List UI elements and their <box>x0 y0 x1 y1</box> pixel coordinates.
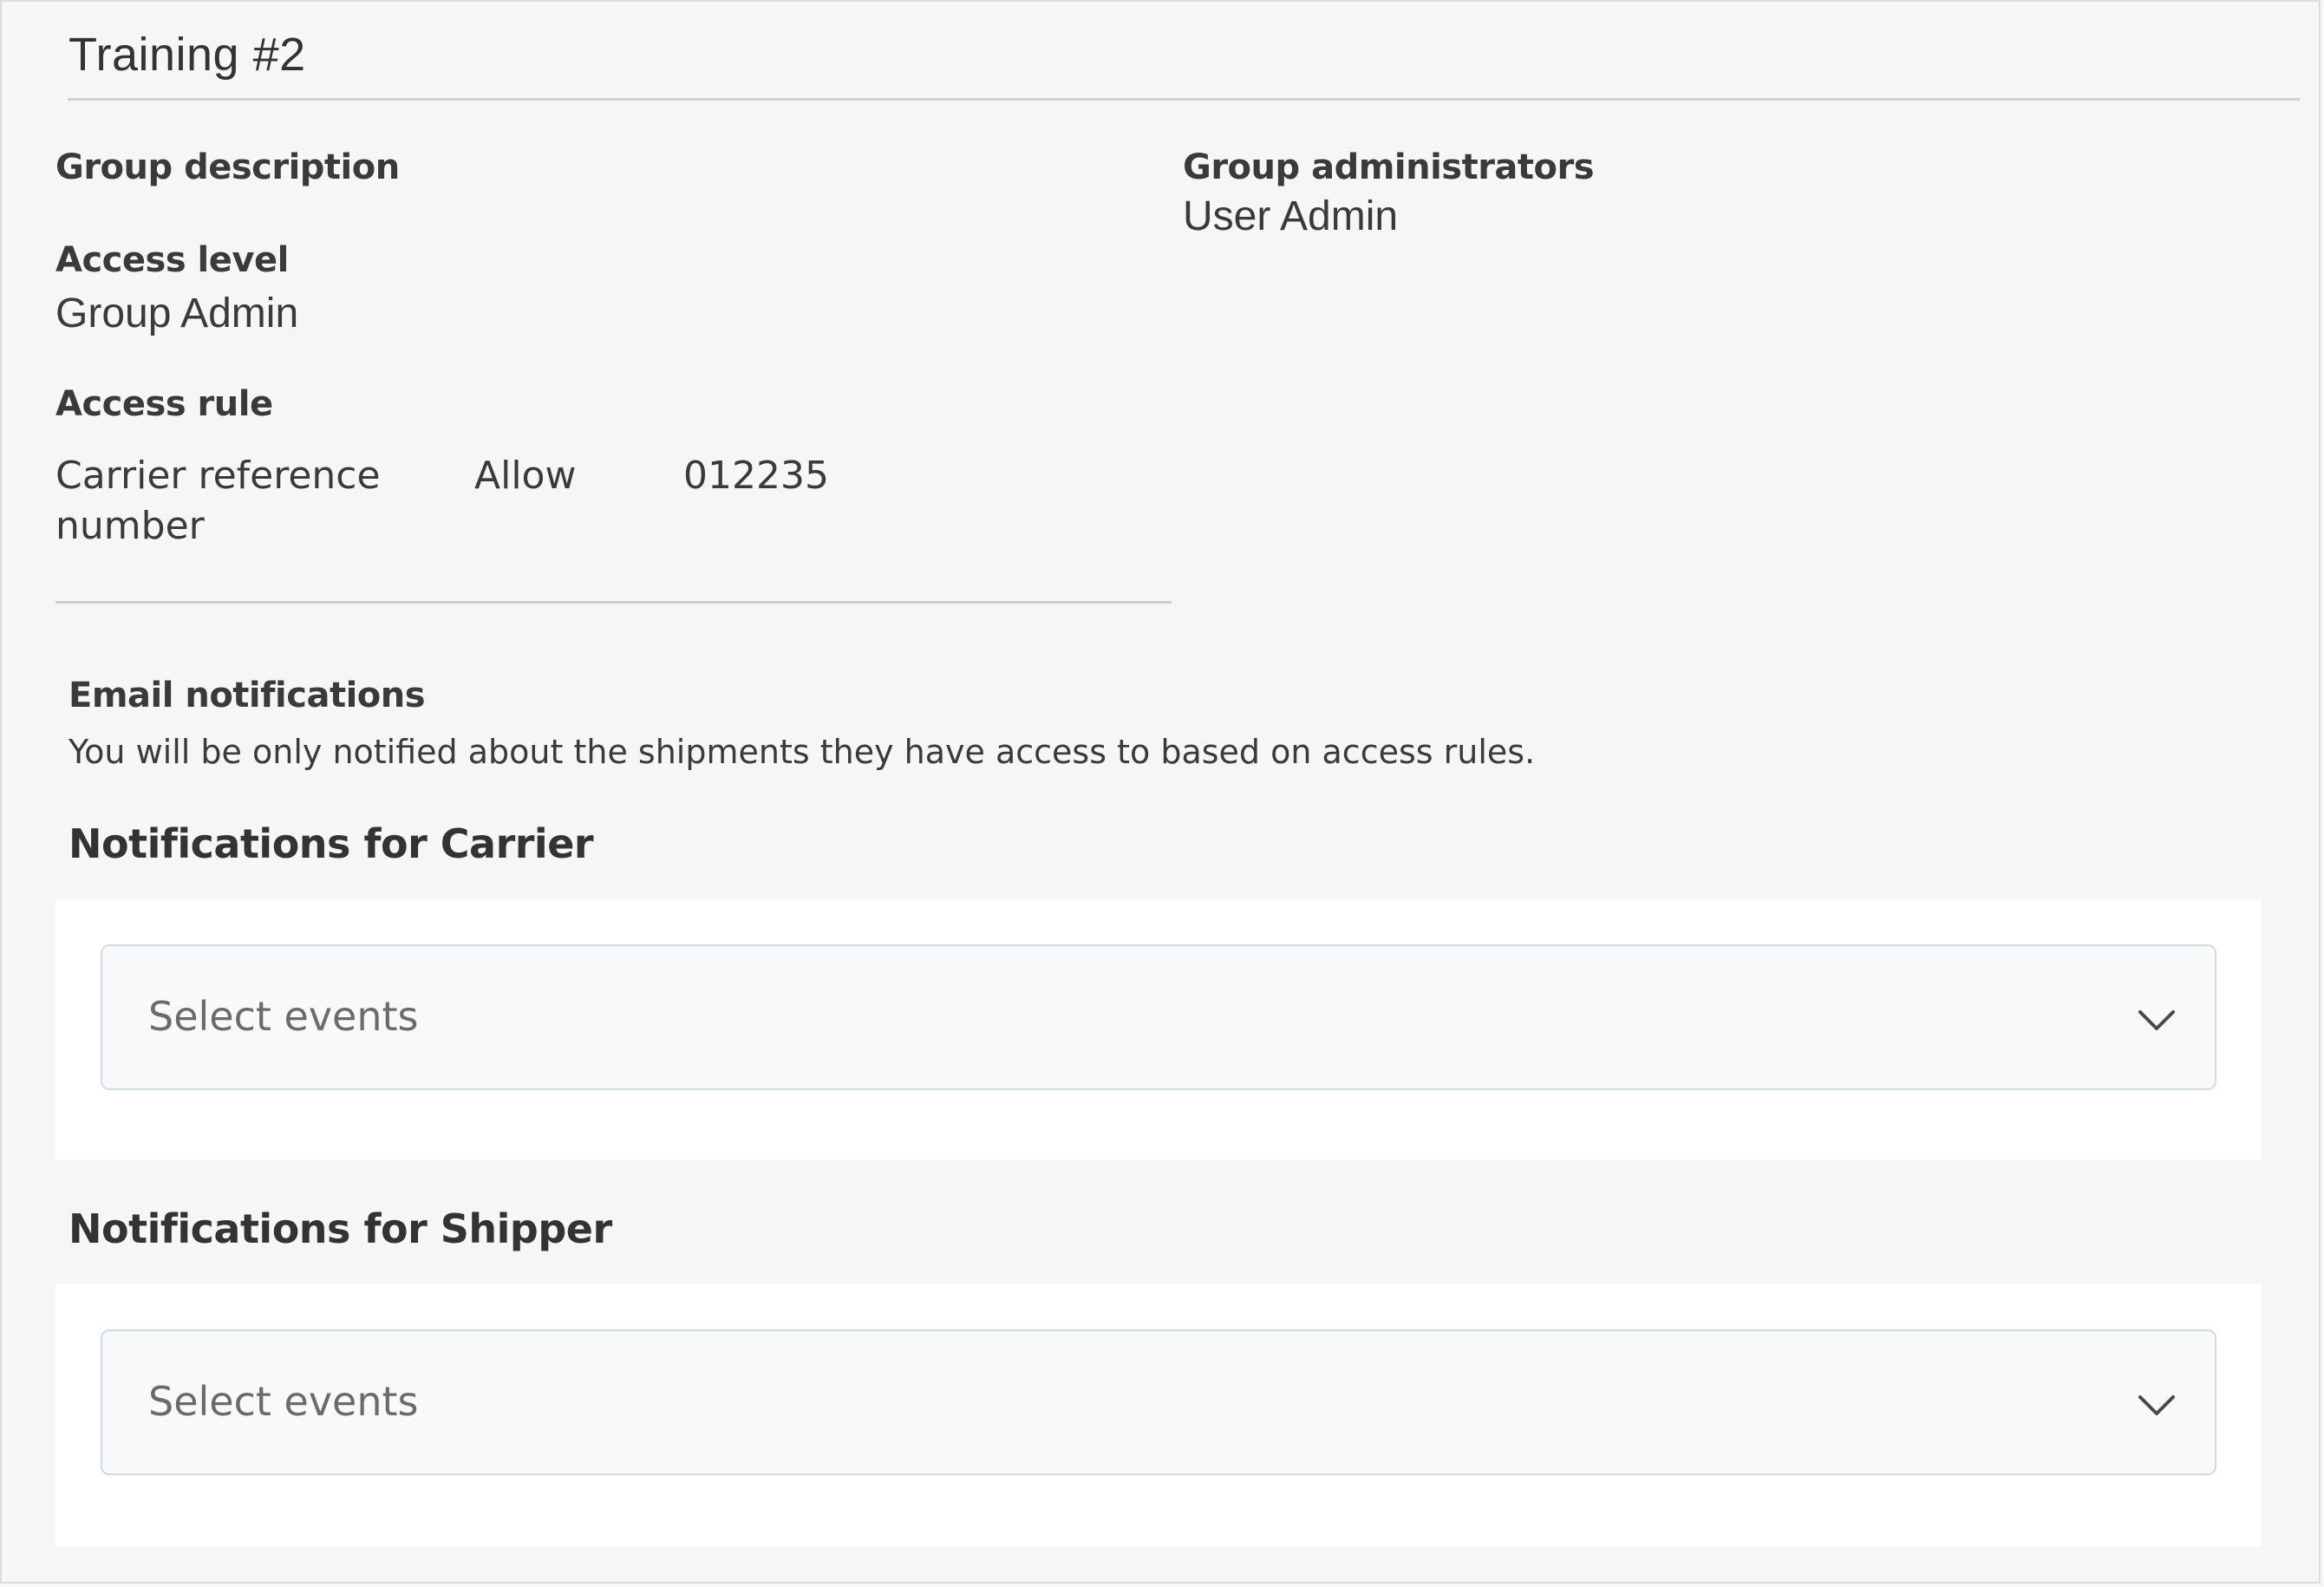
access-rule-field-line2: number <box>55 504 205 548</box>
access-level-value: Group Admin <box>55 291 299 336</box>
page-title: Training #2 <box>69 29 306 81</box>
group-administrator-item: User Admin <box>1183 193 1399 239</box>
carrier-events-placeholder: Select events <box>148 993 419 1040</box>
email-notifications-heading: Email notifications <box>69 676 426 715</box>
section-divider <box>55 601 1172 604</box>
shipper-notifications-card: Select events <box>55 1284 2262 1546</box>
access-rule-operator: Allow <box>474 454 577 498</box>
shipper-events-select[interactable]: Select events <box>101 1329 2216 1475</box>
title-divider <box>68 98 2300 101</box>
shipper-events-placeholder: Select events <box>148 1378 419 1425</box>
access-level-label: Access level <box>55 240 289 280</box>
access-rule-field-line1: Carrier reference <box>55 454 381 498</box>
email-notifications-hint: You will be only notified about the ship… <box>69 733 1536 771</box>
access-rule-label: Access rule <box>55 384 273 424</box>
access-rule-field: Carrier reference number <box>55 451 381 552</box>
access-rule-value: 012235 <box>683 454 829 498</box>
chevron-down-icon[interactable] <box>2137 1385 2177 1425</box>
group-details-panel: Training #2 Group description Access lev… <box>0 0 2321 1584</box>
chevron-down-icon[interactable] <box>2137 1000 2177 1040</box>
group-description-label: Group description <box>55 147 400 187</box>
carrier-notifications-heading: Notifications for Carrier <box>69 820 594 867</box>
carrier-events-select[interactable]: Select events <box>101 944 2216 1090</box>
shipper-notifications-heading: Notifications for Shipper <box>69 1205 612 1252</box>
carrier-notifications-card: Select events <box>55 899 2262 1159</box>
group-administrators-label: Group administrators <box>1183 147 1595 187</box>
